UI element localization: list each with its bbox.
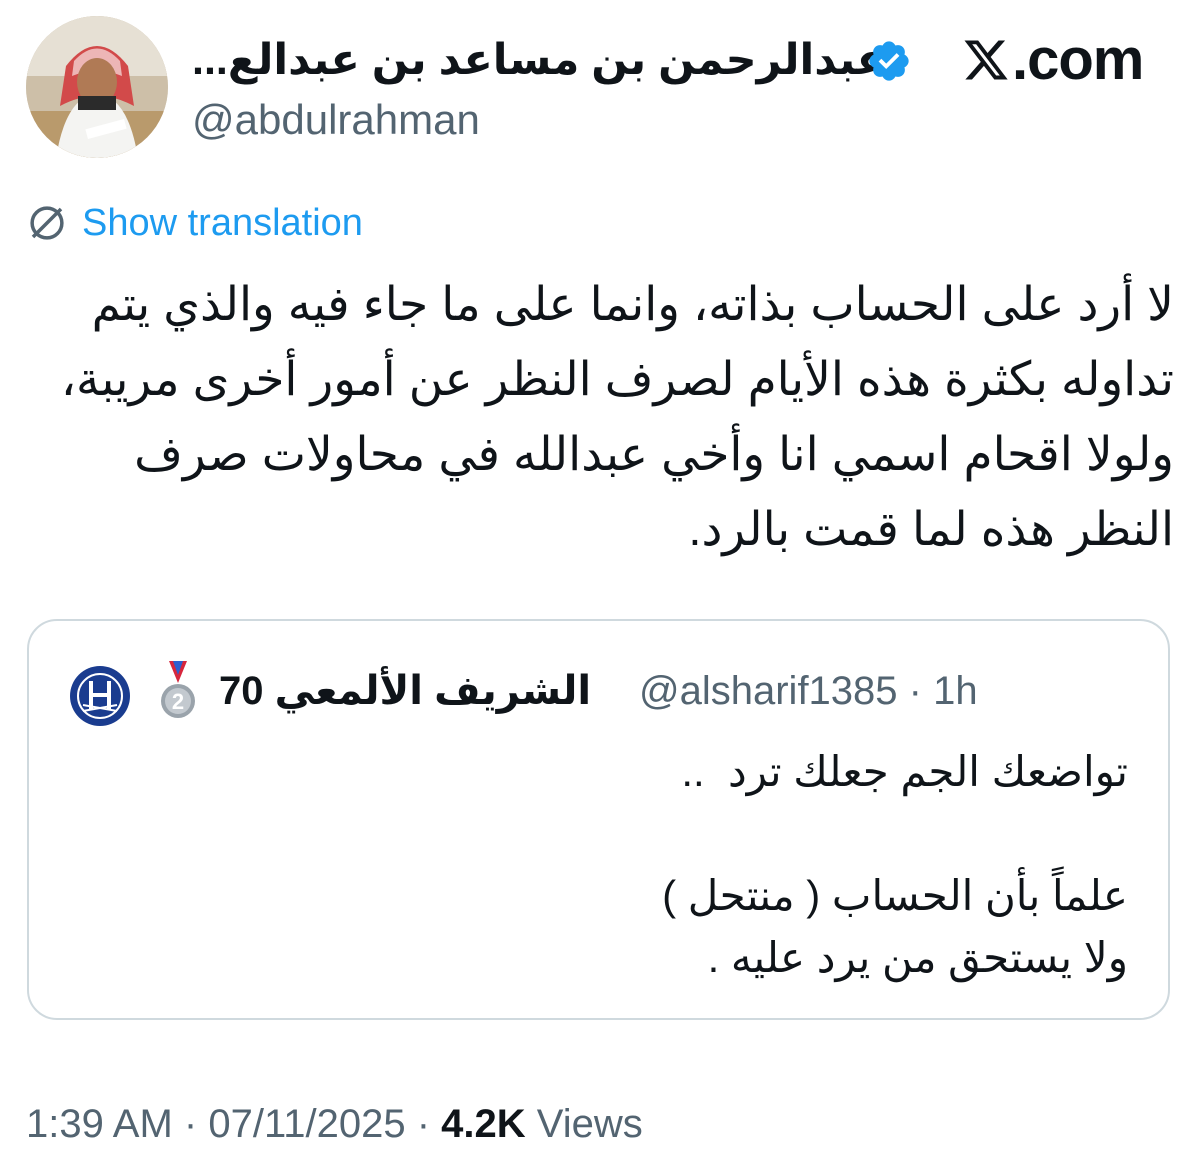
tweet-footer: 1:39 AM · 07/11/2025 · 4.2K Views bbox=[26, 1096, 643, 1152]
globe-icon bbox=[30, 206, 64, 240]
quoted-tweet-card[interactable]: 2 الشريف الألمعي 70 @alsharif1385 · 1h ت… bbox=[27, 619, 1170, 1020]
show-translation-link[interactable]: Show translation bbox=[82, 198, 363, 248]
medal-number: 2 bbox=[172, 689, 184, 714]
tweet-line: النظر هذه لما قمت بالرد. bbox=[688, 502, 1174, 555]
quoted-tweet-text: تواضعك الجم جعلك ترد .. علماً بأن الحساب… bbox=[68, 741, 1128, 989]
tweet-date[interactable]: 07/11/2025 bbox=[208, 1102, 405, 1146]
club-logo-icon[interactable] bbox=[69, 665, 131, 727]
quoted-line: ولا يستحق من يرد عليه . bbox=[707, 934, 1128, 981]
views-count[interactable]: 4.2K bbox=[441, 1102, 526, 1146]
translation-row[interactable]: Show translation bbox=[26, 198, 363, 248]
footer-separator: · bbox=[183, 1102, 198, 1146]
quoted-tweet-header: 2 الشريف الألمعي 70 @alsharif1385 · 1h bbox=[69, 661, 1149, 726]
avatar-photo bbox=[26, 16, 168, 158]
footer-separator: · bbox=[416, 1102, 431, 1146]
x-logo-icon bbox=[964, 40, 1008, 80]
brand-text: .com bbox=[1012, 27, 1144, 92]
tweet-text: لا أرد على الحساب بذاته، وانما على ما جا… bbox=[24, 266, 1174, 566]
author-handle[interactable]: @abdulrahman bbox=[192, 95, 480, 145]
author-avatar[interactable] bbox=[26, 16, 168, 158]
meta-separator: · bbox=[908, 669, 922, 713]
tweet-time[interactable]: 1:39 AM bbox=[26, 1102, 173, 1146]
quoted-line: علماً بأن الحساب ( منتحل ) bbox=[662, 872, 1128, 919]
quoted-meta: @alsharif1385 · 1h bbox=[639, 661, 978, 721]
verified-badge-icon bbox=[869, 41, 909, 81]
quoted-handle[interactable]: @alsharif1385 bbox=[639, 669, 898, 713]
quoted-line: تواضعك الجم جعلك ترد .. bbox=[681, 748, 1128, 795]
tweet-line: لا أرد على الحساب بذاته، وانما على ما جا… bbox=[91, 277, 1174, 330]
tweet-line: تداوله بكثرة هذه الأيام لصرف النظر عن أم… bbox=[60, 352, 1174, 405]
quoted-time[interactable]: 1h bbox=[933, 669, 978, 713]
quoted-line bbox=[68, 803, 1128, 865]
silver-medal-icon: 2 bbox=[161, 661, 195, 718]
author-display-name[interactable]: عبدالرحمن بن مساعد بن عبدالع... bbox=[192, 30, 886, 90]
brand-watermark: .com bbox=[962, 27, 1144, 92]
tweet-line: ولولا اقحام اسمي انا وأخي عبدالله في محا… bbox=[134, 427, 1174, 480]
quoted-display-name[interactable]: الشريف الألمعي 70 bbox=[219, 661, 591, 721]
views-label[interactable]: Views bbox=[537, 1102, 643, 1146]
